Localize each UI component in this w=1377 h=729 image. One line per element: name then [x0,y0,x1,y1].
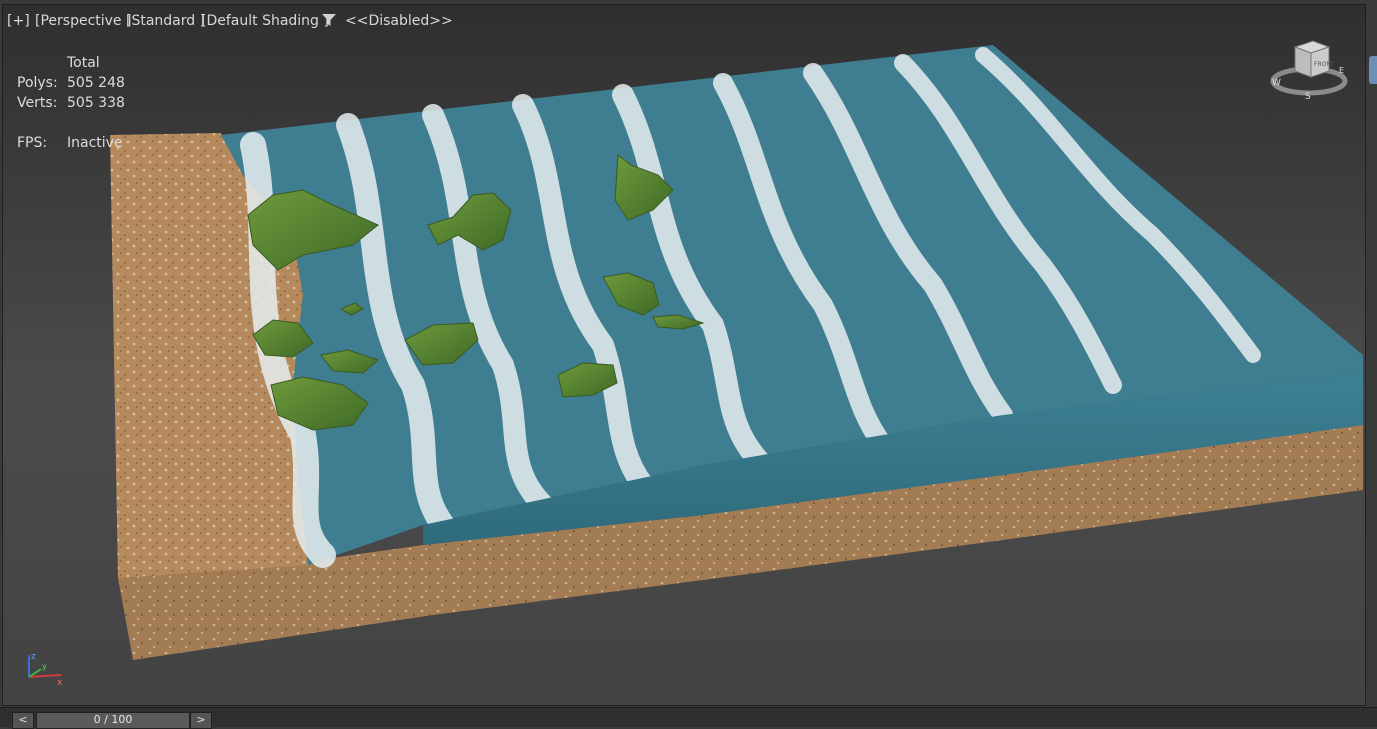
scene-render [110,45,1363,660]
time-slider-bar: < 0 / 100 > [0,707,1377,729]
compass-south: S [1305,92,1311,102]
verts-value: 505 338 [67,95,125,111]
viewcube[interactable]: FRONT W S E [1269,39,1349,113]
fps-label: FPS: [17,135,48,151]
polys-label: Polys: [17,75,58,91]
axis-tripod: z y x [17,647,67,691]
compass-east: E [1339,66,1344,75]
stats-header: Total [67,55,100,71]
time-slider[interactable]: 0 / 100 [36,712,190,729]
viewport-menu-plus[interactable]: [+] [7,13,30,29]
prev-frame-button[interactable]: < [12,712,34,729]
verts-label: Verts: [17,95,58,111]
fps-value: Inactive [67,135,123,151]
viewport-menu-preset[interactable]: [Standard ] [126,13,205,29]
viewport-menu-disabled[interactable]: <<Disabled>> [345,13,453,29]
statistics-overlay: Total Polys: 505 248 Verts: 505 338 FPS: In… [17,53,125,153]
axis-y-label: y [42,662,47,671]
cube-face-label: FRONT [1314,61,1335,68]
side-panel-tab[interactable] [1369,56,1377,84]
viewport-perspective[interactable]: [+] [Perspective ] [Standard ] [Default … [2,4,1366,706]
polys-value: 505 248 [67,75,125,91]
viewport-menu-shading[interactable]: [Default Shading ] [201,13,329,29]
axis-z-label: z [31,652,36,662]
next-frame-button[interactable]: > [190,712,212,729]
compass-west: W [1272,78,1281,88]
axis-x-label: x [57,678,63,687]
funnel-icon[interactable] [321,12,337,32]
viewport-menu-point-of-view[interactable]: [Perspective ] [35,13,131,29]
